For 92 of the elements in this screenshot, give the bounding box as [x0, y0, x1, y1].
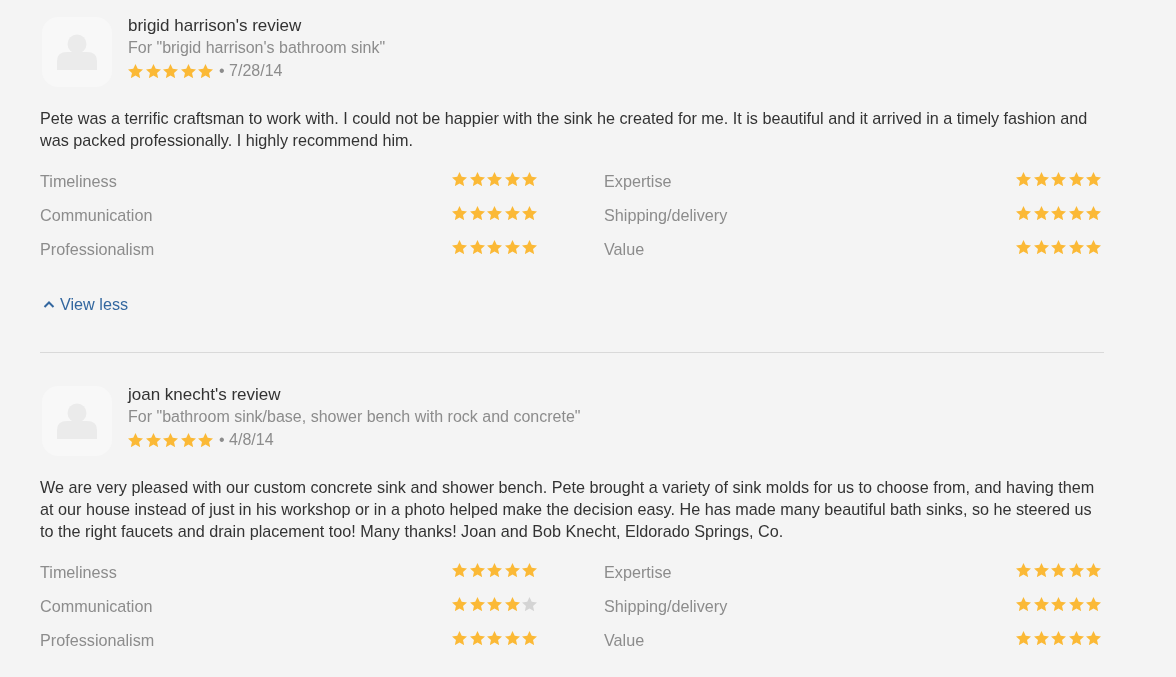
view-less-link[interactable]: View less	[40, 293, 129, 315]
filled-star-icon	[1068, 596, 1084, 612]
rating-label: Shipping/delivery	[604, 596, 728, 616]
filled-star-icon	[504, 171, 520, 187]
filled-star-icon	[469, 596, 485, 612]
filled-star-icon	[1068, 239, 1084, 255]
filled-star-icon	[1033, 562, 1049, 578]
rating-label: Value	[604, 630, 645, 650]
filled-star-icon	[1033, 171, 1049, 187]
empty-star-icon	[522, 596, 537, 612]
filled-star-icon	[1086, 205, 1101, 221]
rating-label: Professionalism	[40, 239, 155, 259]
filled-star-icon	[1068, 562, 1084, 578]
filled-star-icon	[1016, 596, 1031, 612]
rating-label: Expertise	[604, 562, 672, 582]
filled-star-icon	[504, 205, 520, 221]
filled-star-icon	[1051, 205, 1066, 221]
filled-star-icon	[487, 239, 502, 255]
filled-star-icon	[504, 239, 520, 255]
rating-label: Communication	[40, 205, 153, 225]
filled-star-icon	[1016, 205, 1031, 221]
filled-star-icon	[1033, 205, 1049, 221]
filled-star-icon	[1051, 630, 1066, 646]
filled-star-icon	[1086, 239, 1101, 255]
filled-star-icon	[452, 596, 467, 612]
filled-star-icon	[504, 562, 520, 578]
filled-star-icon	[487, 630, 502, 646]
filled-star-icon	[1068, 171, 1084, 187]
review-text: Pete was a terrific craftsman to work with. I could not be happier with the sink he created for me. It is beautiful and it arrived in a timely fashion and was packed professionally. I highly recommend him.	[40, 108, 1089, 151]
filled-star-icon	[469, 239, 485, 255]
filled-star-icon	[504, 630, 520, 646]
review-date: • 7/28/14	[219, 61, 283, 81]
review-title: brigid harrison's review	[128, 15, 303, 37]
filled-star-icon	[1016, 239, 1031, 255]
filled-star-icon	[1016, 562, 1031, 578]
filled-star-icon	[1068, 205, 1084, 221]
filled-star-icon	[469, 630, 485, 646]
filled-star-icon	[522, 171, 537, 187]
filled-star-icon	[145, 63, 161, 79]
rating-label: Shipping/delivery	[604, 205, 728, 225]
filled-star-icon	[1086, 630, 1101, 646]
filled-star-icon	[469, 171, 485, 187]
filled-star-icon	[1033, 630, 1049, 646]
filled-star-icon	[163, 63, 178, 79]
filled-star-icon	[1086, 171, 1101, 187]
filled-star-icon	[522, 562, 537, 578]
filled-star-icon	[1033, 596, 1049, 612]
filled-star-icon	[452, 205, 467, 221]
filled-star-icon	[469, 205, 485, 221]
filled-star-icon	[1016, 171, 1031, 187]
filled-star-icon	[522, 630, 537, 646]
filled-star-icon	[163, 432, 178, 448]
filled-star-icon	[487, 596, 502, 612]
review-subject: For "bathroom sink/base, shower bench with rock and concrete"	[128, 407, 581, 427]
filled-star-icon	[487, 171, 502, 187]
filled-star-icon	[128, 432, 143, 448]
review-text: We are very pleased with our custom concrete sink and shower bench. Pete brought a variety of sink molds for us to choose from, and having them at our house instead of just in his workshop or in a photo helped make the decision easy. He has made many beautiful bath sinks, so he steered us to the right faucets and drain placement too! Many thanks! Joan and Bob Knecht, Eldorado Springs, Co.	[40, 477, 1096, 542]
filled-star-icon	[198, 432, 213, 448]
filled-star-icon	[1086, 562, 1101, 578]
filled-star-icon	[180, 63, 196, 79]
filled-star-icon	[1033, 239, 1049, 255]
filled-star-icon	[522, 205, 537, 221]
rating-label: Timeliness	[40, 171, 117, 191]
filled-star-icon	[180, 432, 196, 448]
filled-star-icon	[452, 562, 467, 578]
filled-star-icon	[1051, 239, 1066, 255]
filled-star-icon	[452, 630, 467, 646]
filled-star-icon	[145, 432, 161, 448]
chevron-icon	[43, 300, 55, 308]
filled-star-icon	[198, 63, 213, 79]
review-title: joan knecht's review	[128, 384, 282, 406]
filled-star-icon	[487, 205, 502, 221]
rating-label: Value	[604, 239, 645, 259]
review-date: • 4/8/14	[219, 430, 274, 450]
filled-star-icon	[1016, 630, 1031, 646]
filled-star-icon	[1051, 562, 1066, 578]
rating-label: Expertise	[604, 171, 672, 191]
filled-star-icon	[522, 239, 537, 255]
rating-label: Professionalism	[40, 630, 155, 650]
filled-star-icon	[504, 596, 520, 612]
filled-star-icon	[1051, 171, 1066, 187]
filled-star-icon	[452, 239, 467, 255]
filled-star-icon	[128, 63, 143, 79]
rating-label: Communication	[40, 596, 153, 616]
filled-star-icon	[487, 562, 502, 578]
filled-star-icon	[469, 562, 485, 578]
filled-star-icon	[1086, 596, 1101, 612]
filled-star-icon	[1051, 596, 1066, 612]
filled-star-icon	[1068, 630, 1084, 646]
filled-star-icon	[452, 171, 467, 187]
rating-label: Timeliness	[40, 562, 117, 582]
review-subject: For "brigid harrison's bathroom sink"	[128, 38, 386, 58]
